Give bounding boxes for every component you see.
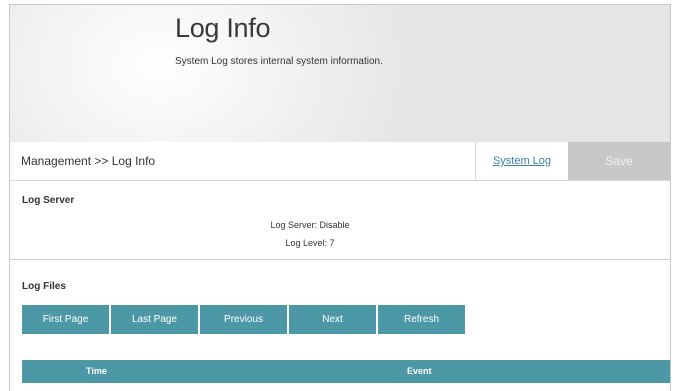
pagination-buttons: First Page Last Page Previous Next Refre… xyxy=(22,305,465,334)
breadcrumb: Management >> Log Info xyxy=(21,154,156,168)
previous-button[interactable]: Previous xyxy=(200,305,287,334)
column-header-event: Event xyxy=(407,366,432,376)
column-header-time: Time xyxy=(86,366,107,376)
page-header: Log Info System Log stores internal syst… xyxy=(10,5,670,143)
log-files-heading: Log Files xyxy=(22,281,66,292)
next-button[interactable]: Next xyxy=(289,305,376,334)
last-page-button[interactable]: Last Page xyxy=(111,305,198,334)
toolbar: Management >> Log Info System Log Save xyxy=(10,142,670,181)
log-server-status: Log Server: Disable xyxy=(270,220,350,230)
first-page-button[interactable]: First Page xyxy=(22,305,109,334)
log-server-heading: Log Server xyxy=(22,195,75,206)
log-table-header: Time Event xyxy=(22,360,670,383)
save-button[interactable]: Save xyxy=(568,142,670,180)
section-divider xyxy=(10,259,670,260)
page-description: System Log stores internal system inform… xyxy=(175,56,383,67)
page-title: Log Info xyxy=(175,13,271,43)
log-level-value: Log Level: 7 xyxy=(285,238,335,248)
log-info-panel: Log Info System Log stores internal syst… xyxy=(9,4,671,391)
refresh-button[interactable]: Refresh xyxy=(378,305,465,334)
system-log-link[interactable]: System Log xyxy=(475,142,568,180)
